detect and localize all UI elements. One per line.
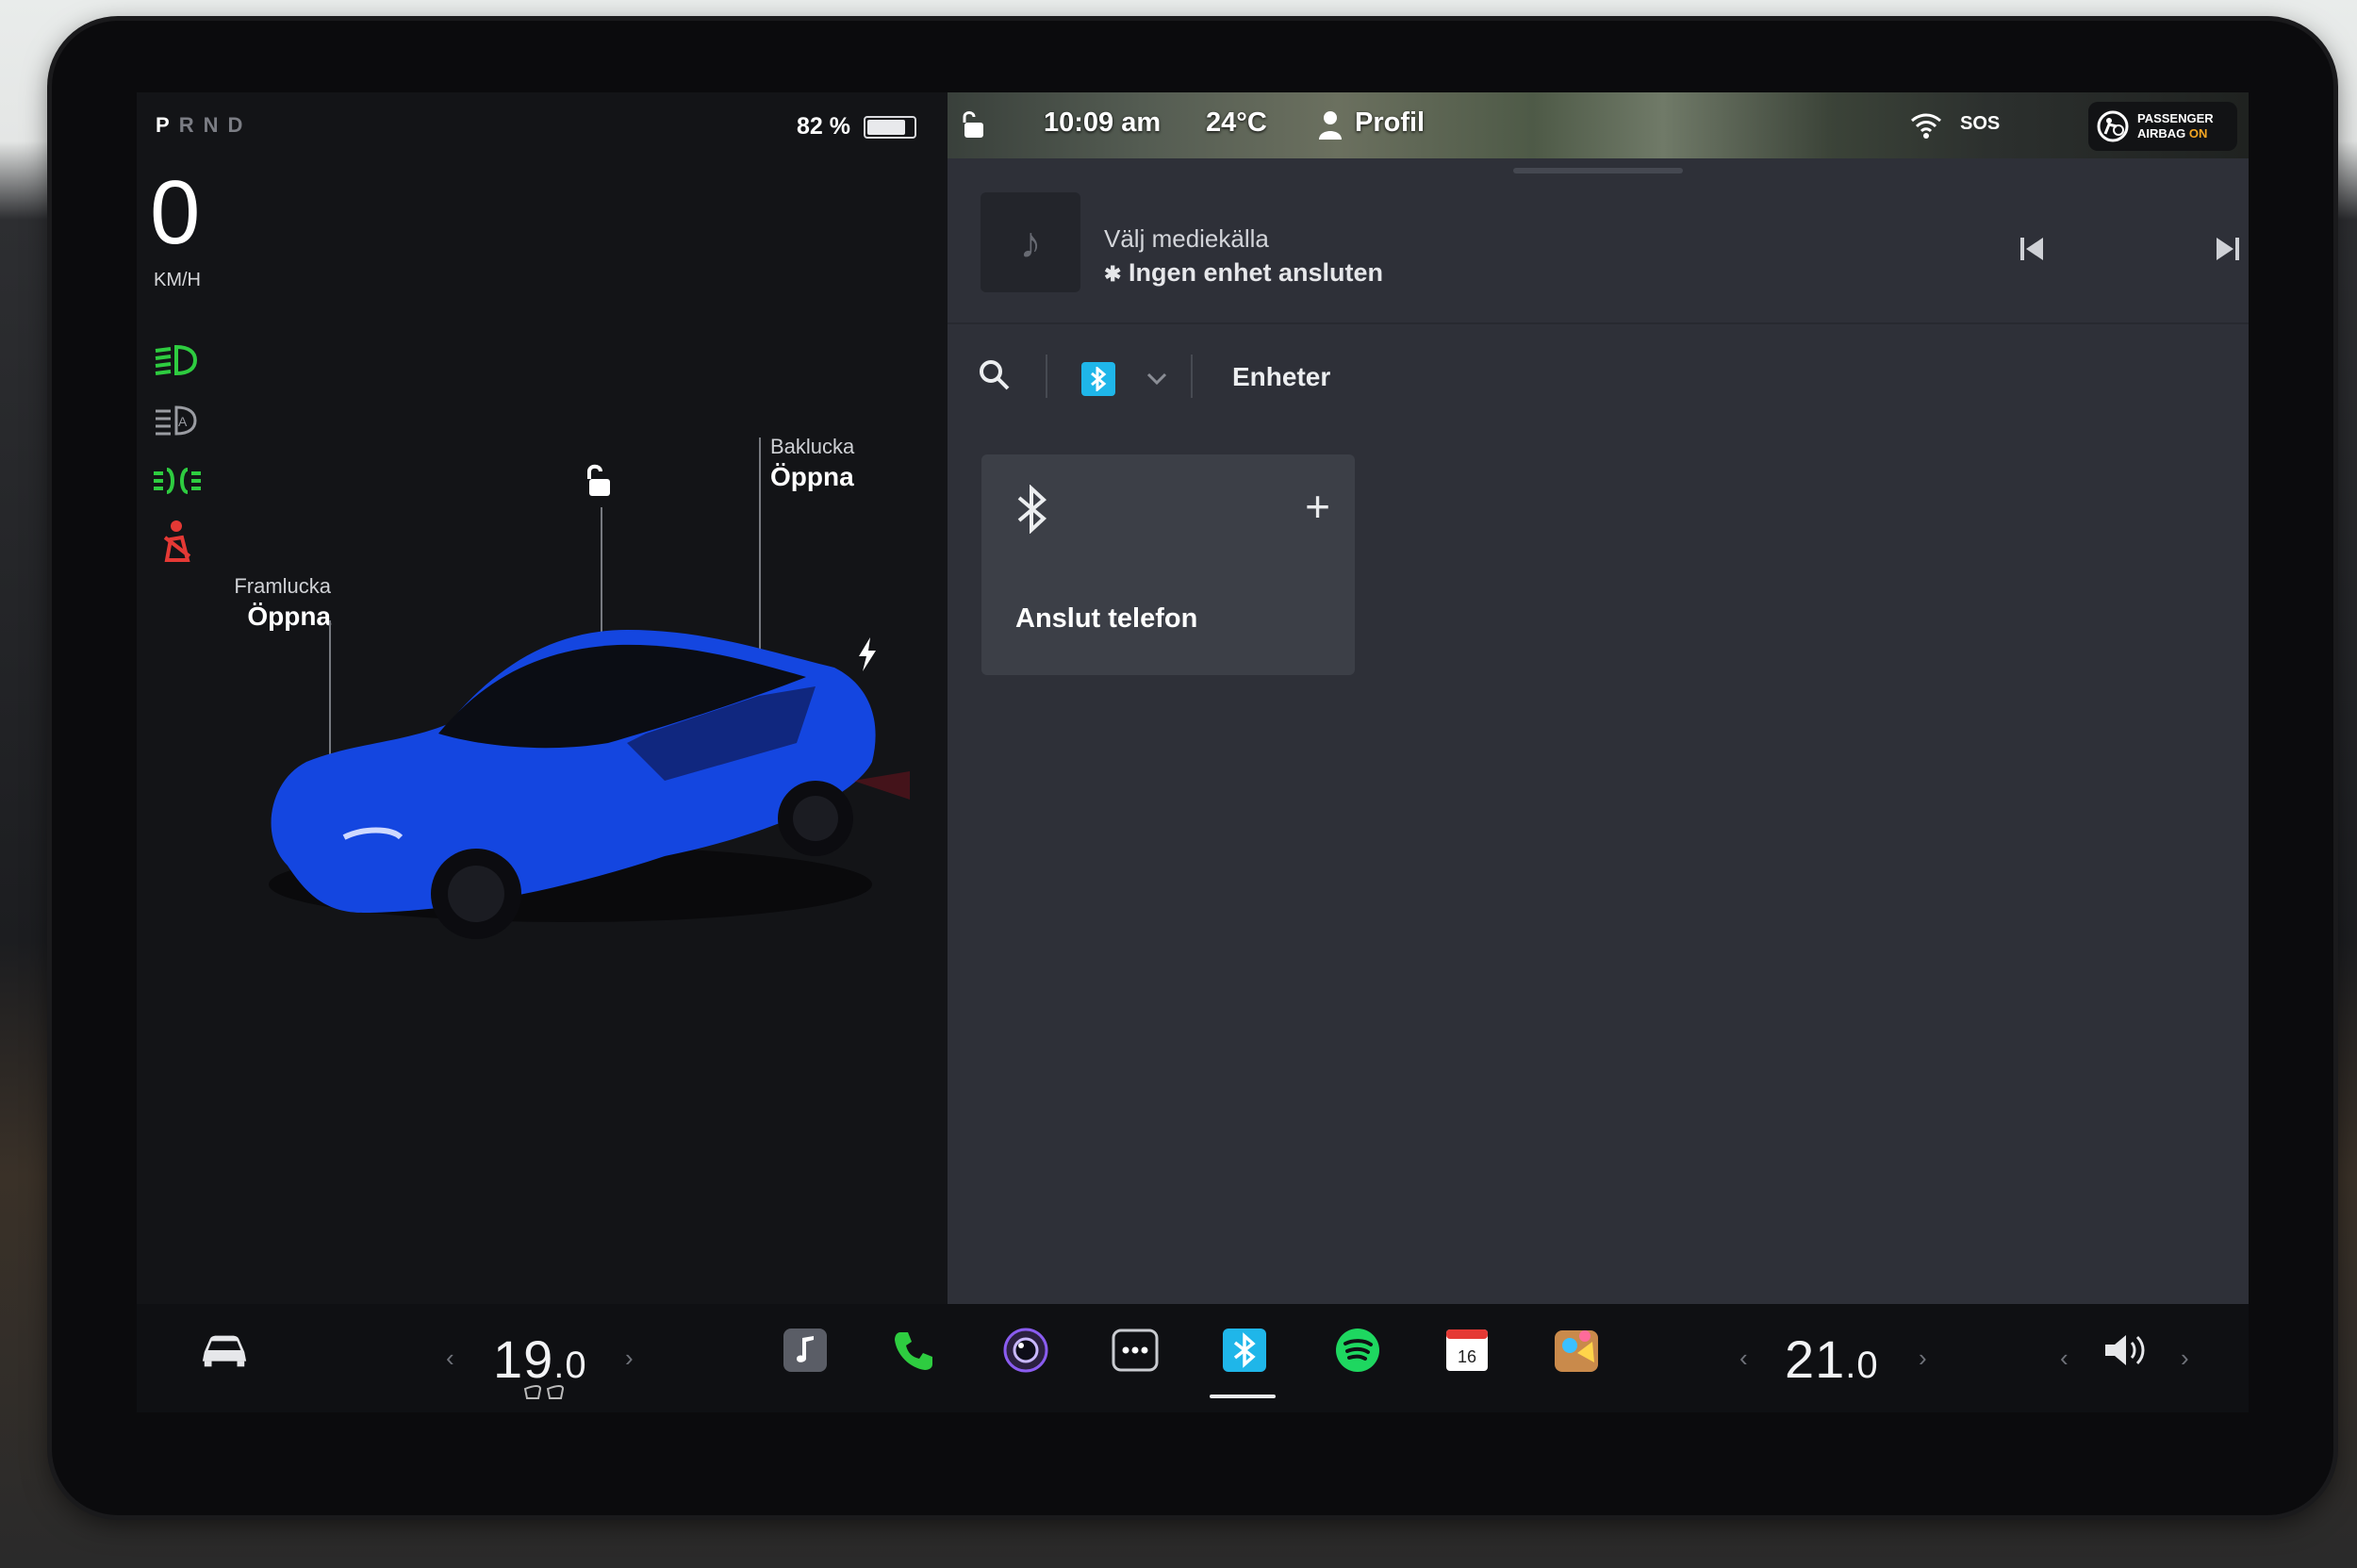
connect-phone-label: Anslut telefon xyxy=(1015,603,1198,634)
wifi-icon[interactable] xyxy=(1909,111,1943,140)
driver-temp-decimal: .0 xyxy=(553,1345,587,1386)
trunk-open-button[interactable]: Öppna xyxy=(770,460,854,493)
bottom-dock: ‹ 19.0 › 16 ‹ 21.0 › ‹ › xyxy=(137,1304,2249,1412)
unlock-status-icon[interactable] xyxy=(959,109,987,141)
seatbelt-warning-icon xyxy=(152,519,203,562)
airbag-line2: AIRBAG xyxy=(2137,126,2186,140)
passenger-temp-value: 21 xyxy=(1785,1329,1846,1389)
spotify-icon[interactable] xyxy=(1332,1325,1383,1376)
airbag-icon xyxy=(2097,110,2129,142)
volume-icon[interactable] xyxy=(2102,1325,2152,1376)
passenger-temp-up[interactable]: › xyxy=(1919,1344,1927,1373)
touchscreen: PRND 0 KM/H 82 % A Framlucka Öppna Baklu… xyxy=(137,92,2249,1412)
bluetooth-source-button[interactable] xyxy=(1081,362,1115,396)
auto-high-beam-icon: A xyxy=(152,400,203,441)
bluetooth-small-icon: ✱ xyxy=(1104,262,1122,286)
camera-icon[interactable] xyxy=(1000,1325,1051,1376)
toybox-icon[interactable] xyxy=(1551,1325,1602,1376)
airbag-state: ON xyxy=(2188,126,2208,140)
bluetooth-app-icon[interactable] xyxy=(1219,1325,1270,1376)
svg-text:A: A xyxy=(178,414,188,429)
gear-selector: PRND xyxy=(156,113,252,138)
status-bar: 10:09 am 24°C Profil SOS PASSENGER AIRBAG… xyxy=(948,92,2249,158)
tab-devices[interactable]: Enheter xyxy=(1232,362,1330,392)
active-app-indicator xyxy=(1210,1395,1276,1398)
passenger-airbag-status: PASSENGER AIRBAG ON xyxy=(2088,102,2237,151)
bluetooth-card-icon xyxy=(1015,484,1049,535)
car-icon[interactable] xyxy=(199,1325,250,1376)
media-device-status: ✱ Ingen enhet ansluten xyxy=(1104,258,1383,288)
battery-status: 82 % xyxy=(797,113,916,140)
driver-temp-value: 19 xyxy=(493,1329,554,1389)
media-device-status-text: Ingen enhet ansluten xyxy=(1128,258,1383,287)
speed-readout: 0 xyxy=(150,162,201,263)
profile-button[interactable]: Profil xyxy=(1355,107,1425,139)
speed-unit: KM/H xyxy=(154,270,201,290)
passenger-temp-decimal: .0 xyxy=(1845,1345,1879,1386)
media-source-prompt[interactable]: Välj mediekälla xyxy=(1104,224,1269,254)
music-icon[interactable] xyxy=(780,1325,831,1376)
clock: 10:09 am xyxy=(1044,107,1162,138)
car-status-panel: PRND 0 KM/H 82 % A Framlucka Öppna Baklu… xyxy=(137,92,948,1304)
source-toolbar: Enheter xyxy=(948,339,2249,415)
connect-phone-card[interactable]: + Anslut telefon xyxy=(981,454,1355,675)
calendar-icon[interactable]: 16 xyxy=(1442,1325,1492,1376)
chevron-down-icon[interactable] xyxy=(1146,370,1168,387)
outside-temperature: 24°C xyxy=(1206,107,1267,138)
parking-lights-icon xyxy=(152,460,203,502)
driver-temperature[interactable]: 19.0 xyxy=(493,1329,587,1390)
unlock-icon[interactable] xyxy=(580,462,618,500)
volume-down[interactable]: ‹ xyxy=(2060,1344,2069,1373)
previous-track-button[interactable] xyxy=(2005,223,2058,275)
volume-up[interactable]: › xyxy=(2181,1344,2189,1373)
low-beam-icon xyxy=(152,339,203,381)
driver-temp-up[interactable]: › xyxy=(625,1344,634,1373)
add-icon[interactable]: + xyxy=(1305,485,1330,528)
more-icon[interactable] xyxy=(1110,1325,1161,1376)
gear-r: R xyxy=(178,113,204,137)
seat-heater-icon[interactable] xyxy=(521,1385,569,1404)
media-panel: 10:09 am 24°C Profil SOS PASSENGER AIRBAG… xyxy=(948,92,2249,1304)
profile-icon[interactable] xyxy=(1317,109,1343,140)
battery-percent: 82 % xyxy=(797,113,850,140)
driver-temp-down[interactable]: ‹ xyxy=(446,1344,454,1373)
bluetooth-icon xyxy=(1091,367,1107,391)
sos-button[interactable]: SOS xyxy=(1960,113,2000,135)
phone-icon[interactable] xyxy=(889,1325,940,1376)
passenger-temperature[interactable]: 21.0 xyxy=(1785,1329,1879,1390)
car-model-illustration xyxy=(269,630,910,939)
panel-drag-handle[interactable] xyxy=(1513,168,1683,173)
search-icon[interactable] xyxy=(978,358,1012,392)
airbag-line1: PASSENGER xyxy=(2137,111,2214,126)
next-track-button[interactable] xyxy=(2201,223,2249,275)
now-playing: ♪ Välj mediekälla ✱ Ingen enhet ansluten xyxy=(948,187,2249,324)
album-art-placeholder: ♪ xyxy=(981,192,1080,292)
gear-d: D xyxy=(227,113,253,137)
battery-icon xyxy=(863,115,916,139)
trunk-control[interactable]: Baklucka Öppna xyxy=(770,434,854,493)
gear-p: P xyxy=(156,113,179,137)
gear-n: N xyxy=(203,113,228,137)
previous-icon xyxy=(2020,238,2043,260)
next-icon xyxy=(2217,238,2239,260)
passenger-temp-down[interactable]: ‹ xyxy=(1739,1344,1748,1373)
trunk-title: Baklucka xyxy=(770,435,855,458)
calendar-day: 16 xyxy=(1458,1347,1476,1366)
